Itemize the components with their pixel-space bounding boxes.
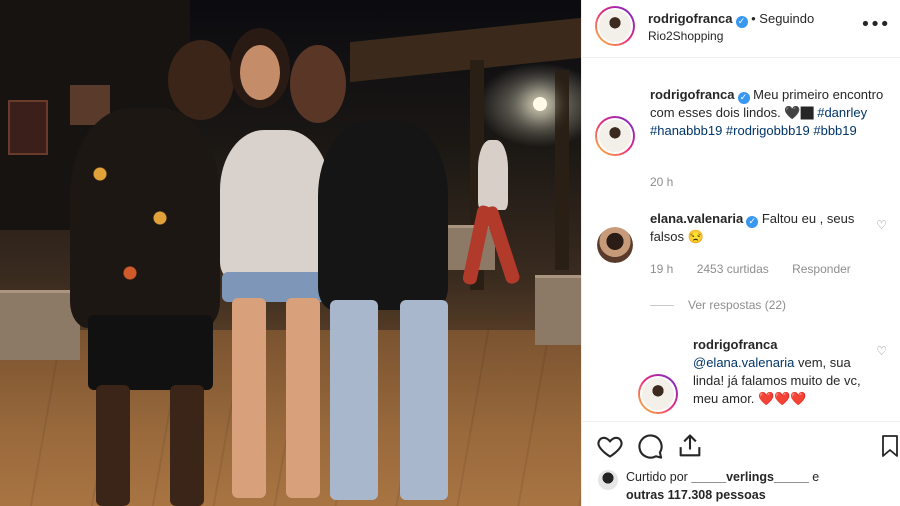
person-left-head (168, 40, 234, 120)
liker-avatar[interactable] (598, 470, 618, 490)
person-middle-top (220, 130, 330, 280)
post-header: rodrigofranca ✓ • Seguindo Rio2Shopping •… (582, 0, 900, 58)
follow-status[interactable]: • Seguindo (751, 11, 814, 26)
post-actions: Curtido por _____verlings_____ e outras … (582, 421, 900, 506)
person-middle-face (240, 45, 280, 100)
person-right-jeans (330, 300, 378, 500)
commenter-avatar[interactable] (597, 227, 633, 263)
reply-mention[interactable]: @elana.valenaria (693, 355, 794, 370)
author-username: rodrigofranca ✓ • Seguindo (648, 11, 814, 28)
verified-badge-icon: ✓ (735, 16, 748, 28)
heart-icon[interactable] (596, 432, 624, 460)
bench (0, 290, 80, 360)
person-middle-leg (232, 298, 266, 498)
poster (8, 100, 48, 155)
liked-by-middle: e (808, 470, 820, 484)
ellipsis-icon[interactable]: ••• (860, 14, 890, 35)
author-username-link[interactable]: rodrigofranca (648, 11, 733, 26)
person-left-leg (96, 385, 130, 506)
canopy-roof (350, 17, 581, 83)
passerby (478, 140, 508, 210)
comment-meta: 19 h 2453 curtidas Responder (650, 262, 871, 276)
share-icon[interactable] (676, 432, 704, 460)
comment-time[interactable]: 19 h (650, 262, 673, 276)
liked-by-others[interactable]: outras 117.308 pessoas (626, 488, 766, 502)
liked-by: Curtido por _____verlings_____ e outras … (626, 468, 886, 504)
replies-divider (650, 305, 674, 307)
pillar (555, 70, 569, 270)
view-replies-button[interactable]: Ver respostas (22) (650, 298, 786, 312)
comment-text: elana.valenaria ✓ Faltou eu , seus falsos… (650, 210, 870, 246)
reply-button[interactable]: Responder (792, 262, 851, 276)
bench (535, 275, 581, 345)
liked-by-prefix: Curtido por (626, 470, 692, 484)
caption-author-avatar[interactable] (595, 116, 635, 156)
reply-like-heart-icon[interactable]: ♡ (876, 344, 887, 358)
post-location[interactable]: Rio2Shopping (648, 29, 723, 43)
caption-time[interactable]: 20 h (650, 175, 673, 189)
reply-text: rodrigofranca @elana.valenaria vem, sua … (693, 336, 863, 408)
caption-text: rodrigofranca ✓ Meu primeiro encontro com… (650, 86, 888, 140)
liked-by-user[interactable]: _____verlings_____ (691, 470, 808, 484)
verified-badge-icon: ✓ (746, 216, 759, 228)
person-right-head (290, 45, 346, 123)
person-left-leg (170, 385, 204, 506)
person-right-sweater (318, 120, 448, 310)
street-lamp (533, 97, 547, 111)
comment-icon[interactable] (636, 432, 664, 460)
verified-badge-icon: ✓ (737, 92, 750, 104)
author-avatar[interactable] (595, 6, 635, 46)
reply-author-avatar[interactable] (638, 374, 678, 414)
reply-author[interactable]: rodrigofranca (693, 337, 778, 352)
person-middle-leg (286, 298, 320, 498)
person-left-shirt (70, 108, 220, 328)
caption-emoji: 🖤🏿 (784, 105, 814, 120)
comment-likes[interactable]: 2453 curtidas (697, 262, 769, 276)
post-photo[interactable] (0, 0, 581, 506)
comment-like-heart-icon[interactable]: ♡ (876, 218, 887, 232)
person-right-jeans (400, 300, 448, 500)
bookmark-icon[interactable] (878, 432, 900, 460)
view-replies-label: Ver respostas (22) (688, 298, 787, 312)
post-sidebar: rodrigofranca ✓ • Seguindo Rio2Shopping •… (581, 0, 900, 506)
person-left-shorts (88, 315, 213, 390)
comment-author[interactable]: elana.valenaria (650, 211, 743, 226)
caption-author[interactable]: rodrigofranca (650, 87, 735, 102)
